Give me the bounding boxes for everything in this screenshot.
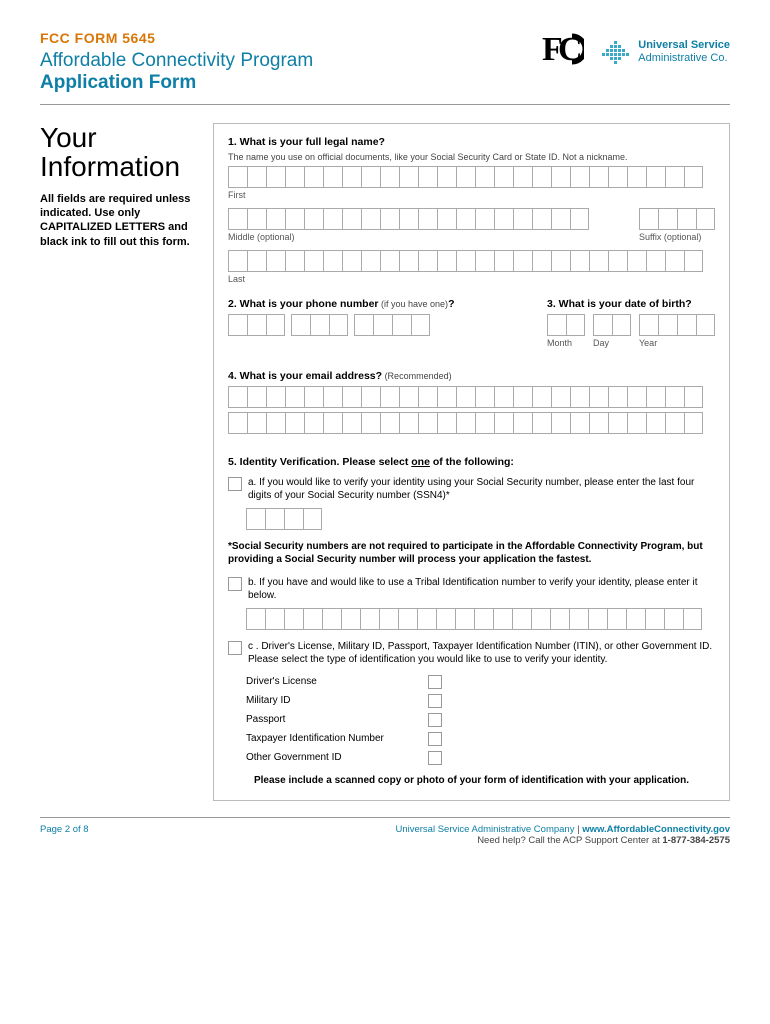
q2-label: 2. What is your phone number: [228, 298, 379, 310]
phone-input-group: [228, 314, 527, 336]
middle-name-input[interactable]: [228, 208, 619, 230]
email-input-row1[interactable]: [228, 386, 715, 408]
page-number: Page 2 of 8: [40, 824, 89, 846]
month-label: Month: [547, 338, 585, 348]
ssn-note: *Social Security numbers are not require…: [228, 540, 715, 566]
q2: 2. What is your phone number (if you hav…: [228, 298, 527, 310]
q5-option-b: b. If you have and would like to use a T…: [228, 576, 715, 602]
tin-checkbox[interactable]: [428, 732, 442, 746]
q1: 1. What is your full legal name?: [228, 136, 715, 148]
phone-area-input[interactable]: [228, 314, 285, 336]
middle-label: Middle (optional): [228, 232, 619, 242]
usac-line2: Administrative Co.: [638, 52, 730, 65]
option-c-text: c . Driver's License, Military ID, Passp…: [248, 640, 715, 666]
page-footer: Page 2 of 8 Universal Service Administra…: [40, 817, 730, 846]
passport-checkbox[interactable]: [428, 713, 442, 727]
ssn4-input[interactable]: [246, 508, 715, 530]
header-titles: FCC FORM 5645 Affordable Connectivity Pr…: [40, 30, 542, 94]
suffix-label: Suffix (optional): [639, 232, 715, 242]
include-copy-note: Please include a scanned copy or photo o…: [228, 775, 715, 786]
tribal-id-input[interactable]: [246, 608, 715, 630]
page-header: FCC FORM 5645 Affordable Connectivity Pr…: [40, 30, 730, 105]
phone-line-input[interactable]: [354, 314, 430, 336]
fcc-logo-icon: F C: [542, 30, 584, 74]
q4-label: 4. What is your email address?: [228, 370, 382, 382]
year-label: Year: [639, 338, 715, 348]
id-tin: Taxpayer Identification Number: [246, 731, 715, 746]
middle-suffix-row: Middle (optional) Suffix (optional): [228, 208, 715, 250]
last-name-input[interactable]: [228, 250, 715, 272]
dob-group: Month Day Year: [547, 314, 715, 356]
military-id-checkbox[interactable]: [428, 694, 442, 708]
usac-text: Universal Service Administrative Co.: [638, 39, 730, 65]
option-a-text: a. If you would like to verify your iden…: [248, 476, 715, 502]
usac-logo: Universal Service Administrative Co.: [602, 39, 730, 65]
q3-label: 3. What is your date of birth?: [547, 298, 692, 310]
option-b-checkbox[interactable]: [228, 577, 242, 591]
q1-label: 1. What is your full legal name?: [228, 136, 385, 148]
dob-month-input[interactable]: [547, 314, 585, 336]
option-c-checkbox[interactable]: [228, 641, 242, 655]
id-passport: Passport: [246, 712, 715, 727]
footer-company: Universal Service Administrative Company: [395, 824, 574, 835]
last-label: Last: [228, 274, 715, 284]
id-other: Other Government ID: [246, 750, 715, 765]
q3: 3. What is your date of birth?: [547, 298, 715, 310]
q1-hint: The name you use on official documents, …: [228, 152, 715, 162]
footer-help: Need help? Call the ACP Support Center a…: [477, 835, 662, 846]
drivers-license-checkbox[interactable]: [428, 675, 442, 689]
q4: 4. What is your email address? (Recommen…: [228, 370, 715, 382]
q5-option-c: c . Driver's License, Military ID, Passp…: [228, 640, 715, 666]
logos-container: F C Universal Service Administrative Co.: [542, 30, 730, 74]
first-label: First: [228, 190, 715, 200]
dob-year-input[interactable]: [639, 314, 715, 336]
option-b-text: b. If you have and would like to use a T…: [248, 576, 715, 602]
dob-day-input[interactable]: [593, 314, 631, 336]
footer-phone: 1-877-384-2575: [662, 835, 730, 846]
sidebar: Your Information All fields are required…: [40, 123, 195, 801]
email-input-row2[interactable]: [228, 412, 715, 434]
program-title: Affordable Connectivity Program: [40, 50, 542, 72]
form-number: FCC FORM 5645: [40, 30, 542, 46]
q5-option-a: a. If you would like to verify your iden…: [228, 476, 715, 502]
id-military: Military ID: [246, 693, 715, 708]
day-label: Day: [593, 338, 631, 348]
section-title: Your Information: [40, 123, 195, 182]
usac-line1: Universal Service: [638, 39, 730, 52]
application-form-title: Application Form: [40, 72, 542, 94]
footer-right: Universal Service Administrative Company…: [395, 824, 730, 846]
phone-prefix-input[interactable]: [291, 314, 348, 336]
first-name-input[interactable]: [228, 166, 715, 188]
usac-dots-icon: [602, 39, 632, 65]
footer-url: www.AffordableConnectivity.gov: [582, 824, 730, 835]
suffix-input[interactable]: [639, 208, 715, 230]
id-type-list: Driver's License Military ID Passport Ta…: [246, 674, 715, 765]
main-content: Your Information All fields are required…: [40, 123, 730, 801]
q2-q3-row: 2. What is your phone number (if you hav…: [228, 298, 715, 356]
option-a-checkbox[interactable]: [228, 477, 242, 491]
other-gov-id-checkbox[interactable]: [428, 751, 442, 765]
id-drivers-license: Driver's License: [246, 674, 715, 689]
q5-title: 5. Identity Verification. Please select …: [228, 456, 715, 468]
form-container: 1. What is your full legal name? The nam…: [213, 123, 730, 801]
instructions: All fields are required unless indicated…: [40, 192, 195, 249]
